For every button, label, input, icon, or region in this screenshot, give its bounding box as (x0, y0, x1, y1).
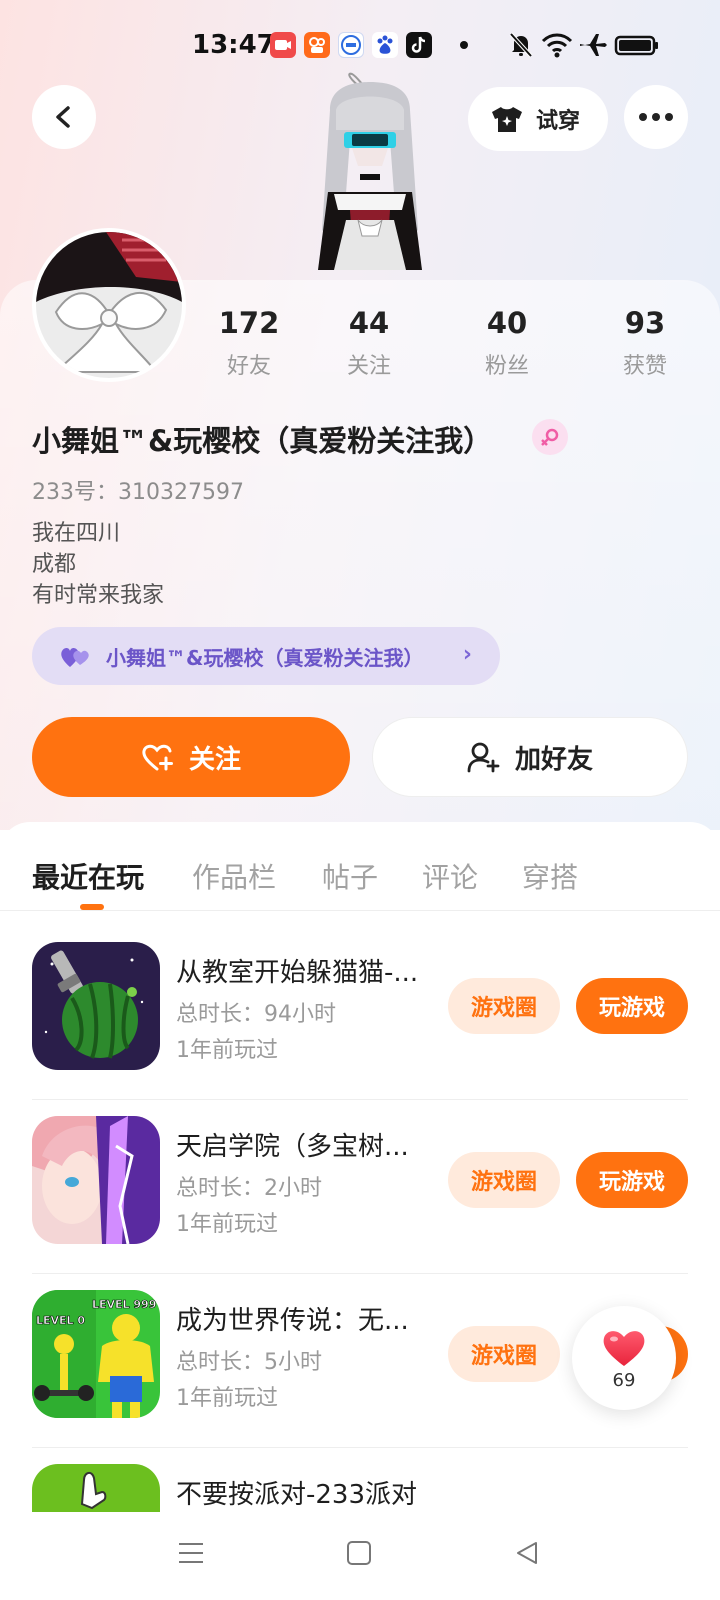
add-user-icon (467, 742, 500, 773)
game-last-played: 1年前玩过 (176, 1038, 278, 1063)
try-on-label: 试穿 (536, 109, 581, 134)
game-list-item[interactable]: 天启学院（多宝树... 总时长：2小时 1年前玩过 游戏圈 玩游戏 (32, 1098, 688, 1274)
game-title: 不要按派对-233派对 (176, 1480, 418, 1510)
female-icon (532, 419, 568, 455)
iflytek-icon (338, 32, 364, 58)
avatar-character-figure (318, 72, 422, 270)
more-button[interactable] (624, 85, 688, 149)
stat-likes-value: 93 (624, 306, 666, 340)
game-duration: 总时长：94小时 (176, 1002, 336, 1027)
menu-icon[interactable] (178, 1540, 204, 1566)
game-title: 天启学院（多宝树... (176, 1132, 409, 1162)
game-icon[interactable] (32, 942, 160, 1070)
back-triangle-icon[interactable] (514, 1540, 540, 1566)
game-title: 从教室开始躲猫猫-... (176, 958, 419, 988)
chevron-right-icon: › (462, 642, 472, 667)
game-last-played: 1年前玩过 (176, 1212, 278, 1237)
like-floating-button[interactable]: 69 (572, 1306, 676, 1410)
game-duration: 总时长：5小时 (176, 1350, 322, 1375)
stat-fans-value: 40 (486, 306, 528, 340)
level-999-label: LEVEL 999 (92, 1298, 156, 1311)
play-game-button[interactable]: 玩游戏 (576, 978, 688, 1034)
profile-name: 小舞姐™&玩樱校（真爱粉关注我） (32, 424, 493, 458)
stat-friends-label: 好友 (226, 354, 271, 379)
stat-friends[interactable]: 172 好友 (194, 306, 304, 380)
play-game-button[interactable]: 玩游戏 (576, 1152, 688, 1208)
mute-icon (509, 32, 533, 58)
kuaishou-icon (304, 32, 330, 58)
status-time: 13:47 (192, 30, 275, 60)
baidu-icon (372, 32, 398, 58)
profile-bio: 我在四川 成都 有时常来我家 (32, 518, 164, 611)
tab-recently-played[interactable]: 最近在玩 (32, 856, 144, 896)
more-notifications-dot (460, 41, 468, 49)
tab-comments[interactable]: 评论 (422, 856, 478, 896)
tab-divider (0, 910, 720, 911)
try-on-button[interactable]: 试穿 (468, 87, 608, 151)
heart-icon (603, 1330, 645, 1366)
stat-fans-label: 粉丝 (484, 354, 529, 379)
home-square-icon[interactable] (346, 1540, 372, 1566)
game-duration: 总时长：2小时 (176, 1176, 322, 1201)
tiktok-icon (406, 32, 432, 58)
game-list-item[interactable]: 从教室开始躲猫猫-... 总时长：94小时 1年前玩过 游戏圈 玩游戏 (32, 924, 688, 1100)
wifi-icon (541, 33, 573, 58)
stat-friends-value: 172 (218, 306, 280, 340)
screen-recorder-icon (270, 32, 296, 58)
like-count: 69 (612, 1369, 636, 1391)
bio-line: 成都 (32, 552, 77, 577)
user-id: 233号：310327597 (32, 480, 244, 505)
fan-club-button[interactable]: 小舞姐™&玩樱校（真爱粉关注我） › (32, 627, 500, 685)
avatar-image (36, 232, 182, 378)
back-button[interactable] (32, 85, 96, 149)
profile-avatar[interactable] (32, 228, 186, 382)
heart-plus-icon (142, 744, 173, 771)
follow-label: 关注 (188, 744, 241, 775)
airplane-icon (580, 34, 607, 56)
stat-following[interactable]: 44 关注 (314, 306, 424, 380)
game-title: 成为世界传说：无... (176, 1306, 409, 1336)
more-icon (639, 113, 673, 121)
bio-line: 有时常来我家 (32, 583, 165, 608)
tab-works[interactable]: 作品栏 (192, 856, 276, 896)
stat-following-label: 关注 (346, 354, 391, 379)
level-zero-label: LEVEL 0 (36, 1314, 85, 1327)
stat-fans[interactable]: 40 粉丝 (452, 306, 562, 380)
stat-likes[interactable]: 93 获赞 (590, 306, 700, 380)
game-circle-button[interactable]: 游戏圈 (448, 1326, 560, 1382)
tshirt-icon (492, 107, 522, 132)
double-heart-icon (61, 648, 89, 667)
game-icon[interactable] (32, 1464, 160, 1512)
tab-outfits[interactable]: 穿搭 (522, 856, 578, 896)
tab-posts[interactable]: 帖子 (322, 856, 378, 896)
battery-icon (614, 35, 658, 56)
game-circle-button[interactable]: 游戏圈 (448, 1152, 560, 1208)
game-circle-button[interactable]: 游戏圈 (448, 978, 560, 1034)
stat-likes-label: 获赞 (622, 354, 667, 379)
stat-following-value: 44 (348, 306, 390, 340)
game-last-played: 1年前玩过 (176, 1386, 278, 1411)
system-navigation-bar (0, 1512, 720, 1600)
game-list-item[interactable]: 不要按派对-233派对 (32, 1446, 688, 1512)
add-friend-button[interactable]: 加好友 (372, 717, 688, 797)
game-icon[interactable]: LEVEL 0 LEVEL 999 (32, 1290, 160, 1418)
add-friend-label: 加好友 (514, 744, 593, 775)
follow-button[interactable]: 关注 (32, 717, 350, 797)
back-arrow-icon (56, 106, 70, 128)
fan-club-label: 小舞姐™&玩樱校（真爱粉关注我） (106, 645, 424, 670)
bio-line: 我在四川 (32, 521, 121, 546)
game-icon[interactable] (32, 1116, 160, 1244)
